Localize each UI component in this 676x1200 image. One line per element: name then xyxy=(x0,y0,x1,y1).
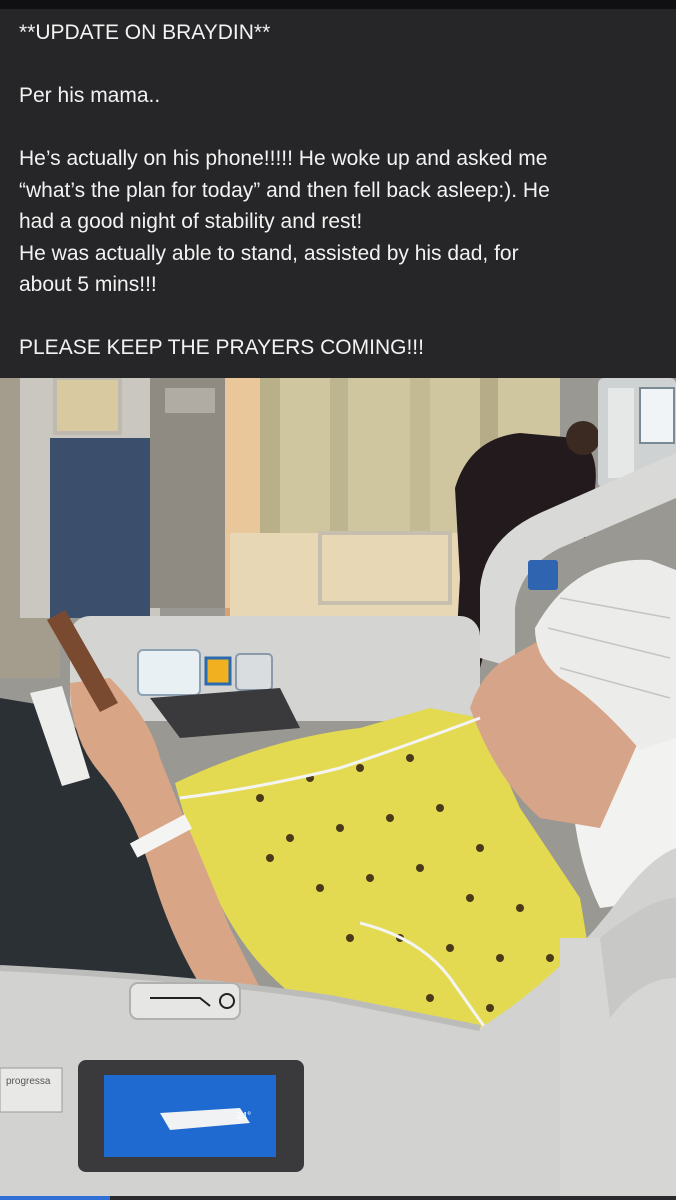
post-body-line-4: He was actually able to stand, assisted … xyxy=(19,241,519,265)
post-closing: PLEASE KEEP THE PRAYERS COMING!!! xyxy=(19,336,424,359)
wall-sign xyxy=(53,378,122,435)
monitor-reading: 24° xyxy=(236,1111,251,1122)
top-edge xyxy=(0,0,676,9)
blue-wall-panel xyxy=(50,438,150,618)
post-text: **UPDATE ON BRAYDIN** Per his mama.. He’… xyxy=(0,9,676,378)
bed-brand-plate xyxy=(0,1067,63,1113)
post-body-line-3: had a good night of stability and rest! xyxy=(19,210,363,233)
bottom-edge xyxy=(0,1196,676,1200)
post-body-line-5: about 5 mins!!! xyxy=(19,273,157,296)
progress-bar xyxy=(0,1196,110,1200)
bed-controls xyxy=(137,649,201,696)
post-body-line-1: He’s actually on his phone!!!!! He woke … xyxy=(19,147,548,170)
post-title: **UPDATE ON BRAYDIN** xyxy=(19,21,271,44)
hospital-photo[interactable]: progressa 24° xyxy=(0,378,676,1196)
bed-pictogram xyxy=(129,982,241,1020)
post-body-line-2: “what’s the plan for today” and then fel… xyxy=(19,178,550,202)
post-attribution: Per his mama.. xyxy=(19,84,161,107)
bed-brand-label: progressa xyxy=(6,1076,51,1087)
